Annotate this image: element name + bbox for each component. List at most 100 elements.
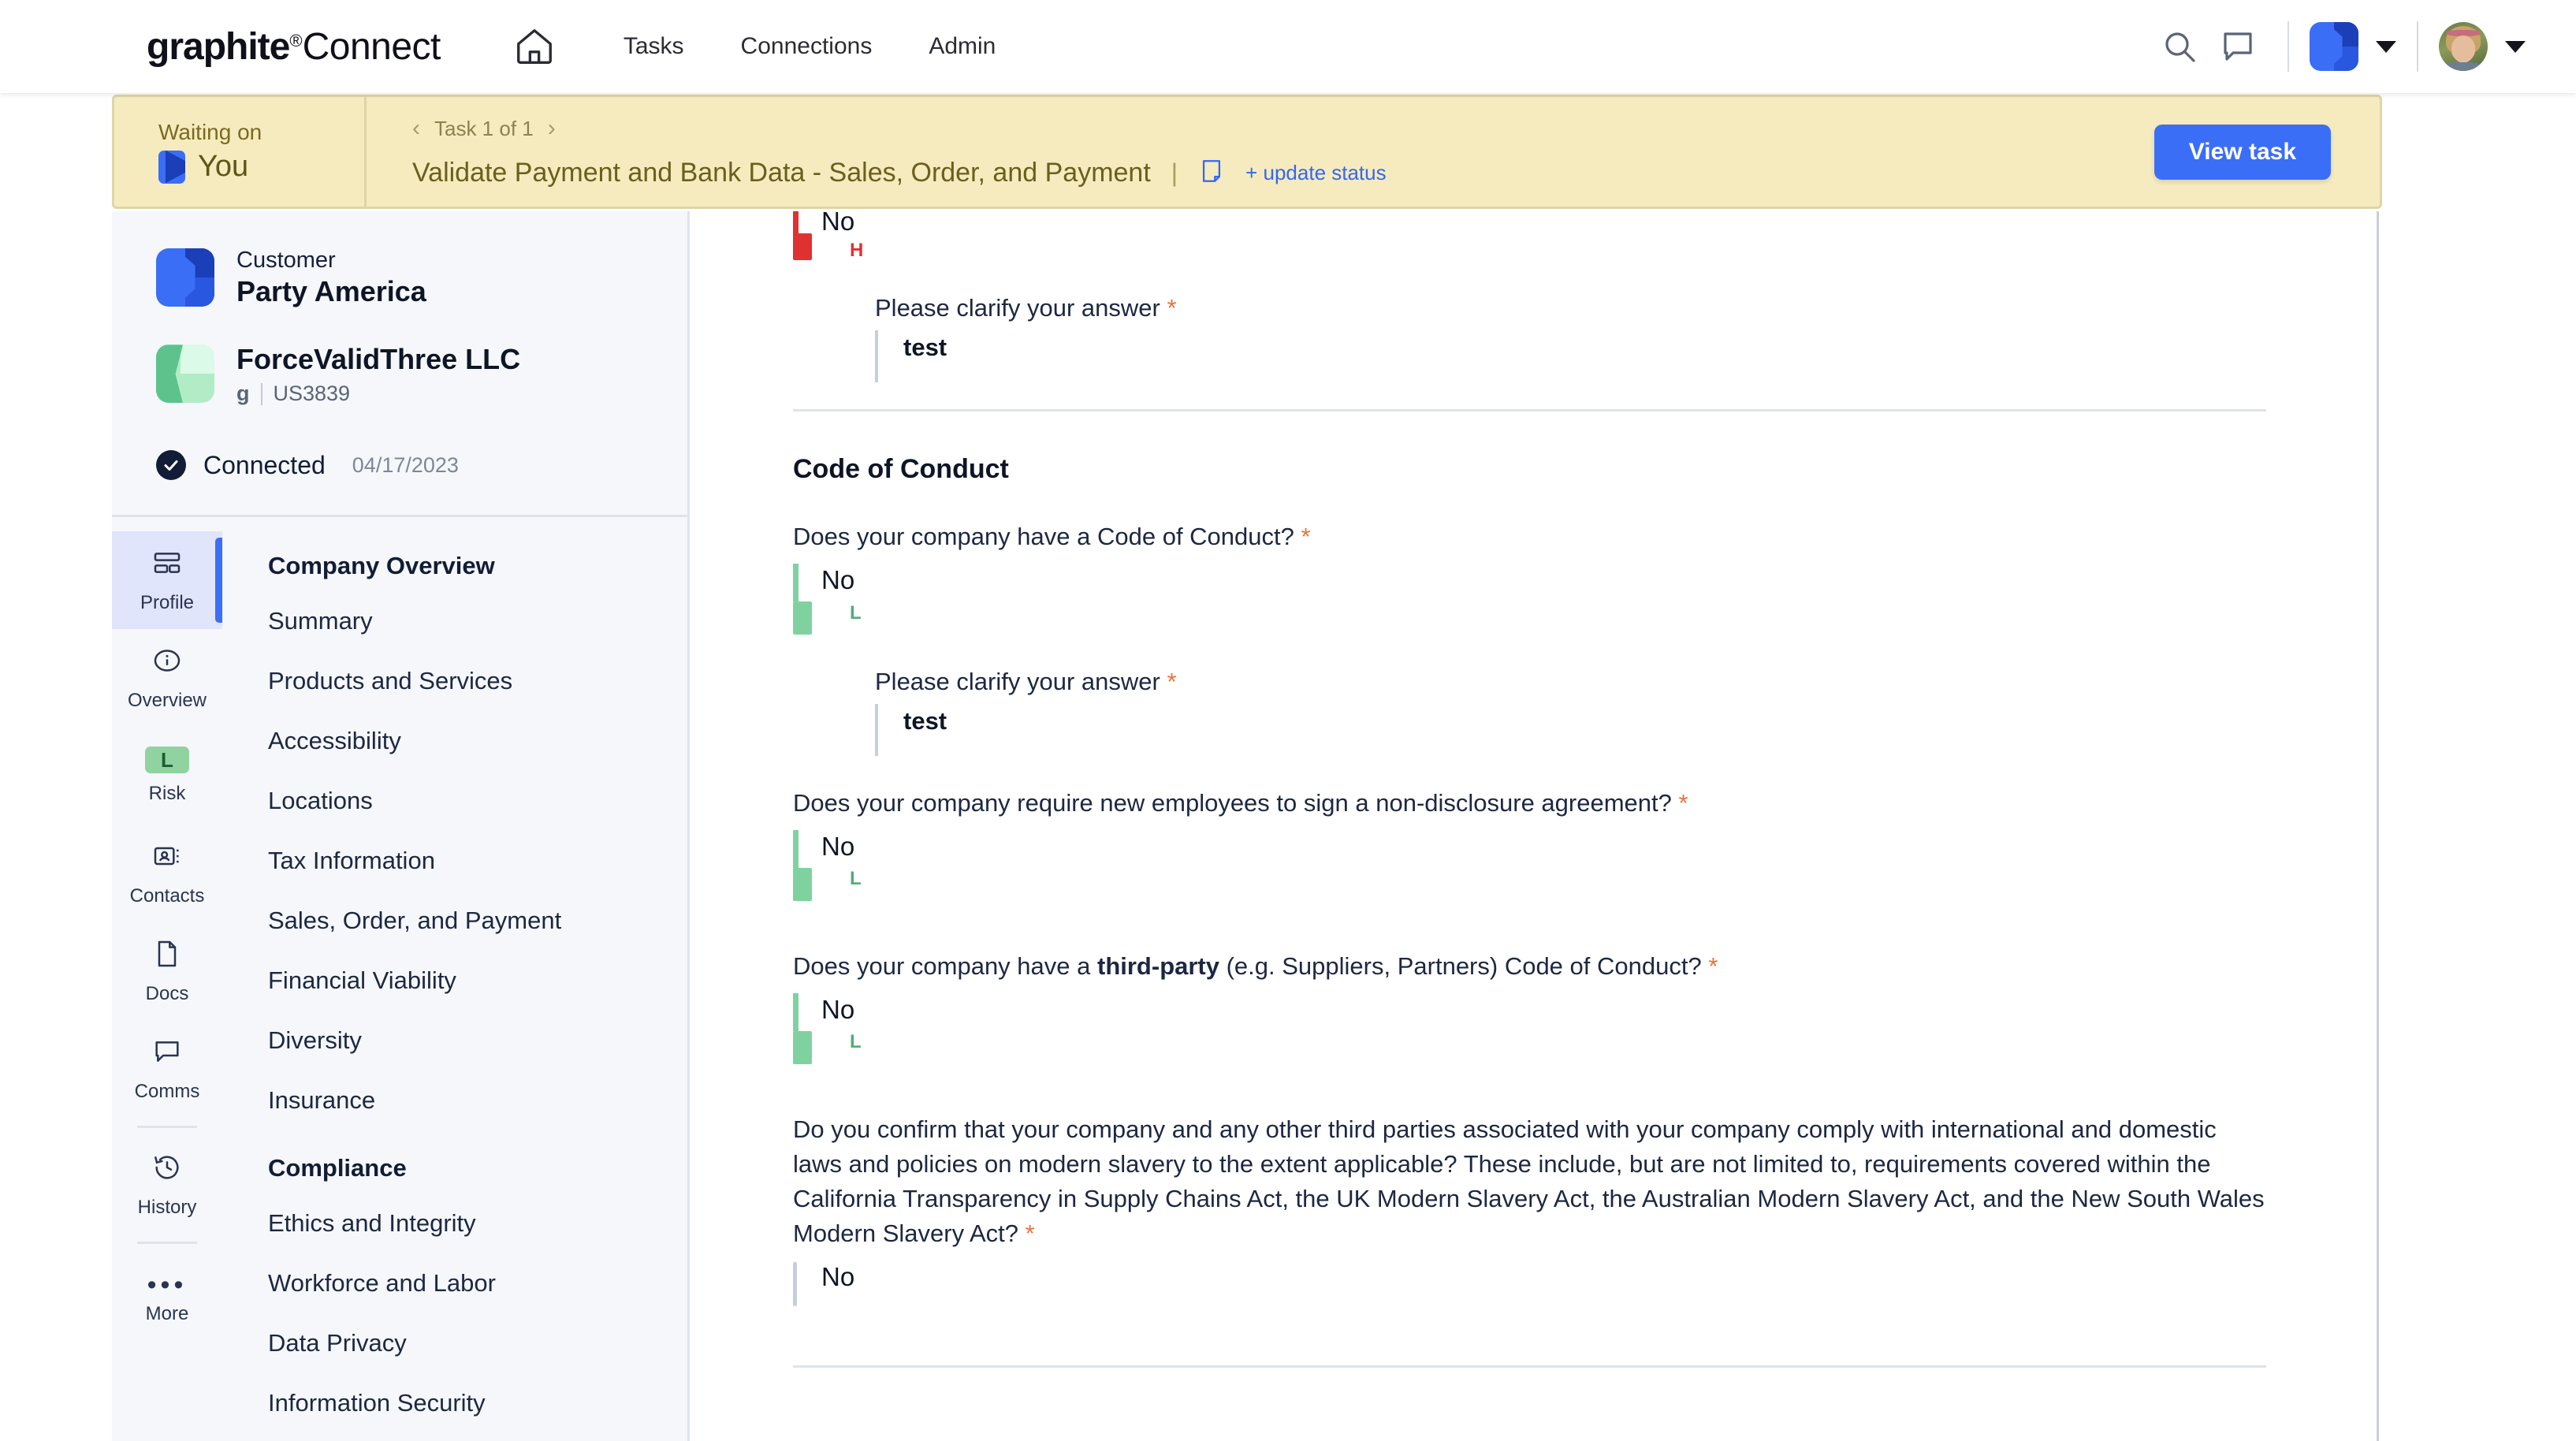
nav-item-financial-viability[interactable]: Financial Viability	[268, 951, 687, 1011]
rail-item-overview[interactable]: Overview	[112, 629, 222, 727]
home-icon[interactable]	[513, 25, 556, 68]
nav-item-accessibility[interactable]: Accessibility	[268, 711, 687, 771]
connected-date: 04/17/2023	[352, 453, 459, 478]
brand-logo[interactable]: graphite ® Connect	[147, 25, 441, 69]
comment-icon	[151, 1036, 183, 1071]
chevron-down-icon	[2376, 41, 2396, 53]
customer-label: Customer	[236, 246, 426, 274]
nav-link-connections[interactable]: Connections	[713, 33, 901, 60]
check-circle-icon	[156, 450, 186, 480]
update-status-link[interactable]: + update status	[1245, 161, 1387, 185]
rail-label-history: History	[138, 1197, 197, 1219]
nav-item-data-classification[interactable]: Data Classification	[268, 1433, 687, 1441]
rail-divider-2	[137, 1242, 197, 1244]
rail-label-profile: Profile	[140, 592, 194, 614]
question-text-4: Do you confirm that your company and any…	[793, 1112, 2266, 1251]
nav-item-products-and-services[interactable]: Products and Services	[268, 651, 687, 711]
rail-item-risk[interactable]: L Risk	[112, 727, 222, 825]
panel-body: Profile Overview L Risk	[112, 517, 687, 1441]
risk-letter-3: L	[850, 1033, 862, 1052]
rail-item-more[interactable]: ••• More	[112, 1252, 222, 1350]
required-asterisk: *	[1167, 294, 1176, 322]
followup-top: Please clarify your answer * test	[875, 294, 2266, 362]
customer-name: Party America	[236, 274, 426, 308]
nav-item-information-security[interactable]: Information Security	[268, 1373, 687, 1433]
nav-item-sales-order-and-payment[interactable]: Sales, Order, and Payment	[268, 891, 687, 951]
rail-item-comms[interactable]: Comms	[112, 1020, 222, 1118]
task-counter-label: Task 1 of 1	[434, 117, 534, 141]
comment-icon[interactable]	[2209, 17, 2267, 76]
question-text-1: Does your company have a Code of Conduct…	[793, 519, 2266, 554]
organization-switcher[interactable]	[2310, 22, 2396, 71]
waiting-on-label: Waiting on	[158, 120, 364, 145]
answer-1: No L	[793, 564, 2266, 629]
risk-letter-2: L	[850, 869, 862, 888]
history-clock-icon	[151, 1152, 183, 1187]
nav-divider-2	[2417, 21, 2418, 72]
supplier-row[interactable]: ForceValidThree LLC g US3839	[156, 341, 687, 406]
answer-value-4: No	[821, 1260, 2266, 1293]
section-title-code-of-conduct: Code of Conduct	[793, 454, 2266, 485]
rail-item-history[interactable]: History	[112, 1136, 222, 1234]
question-block-4: Do you confirm that your company and any…	[793, 1112, 2266, 1293]
answer-value-3: No	[821, 993, 2266, 1026]
nav-link-tasks[interactable]: Tasks	[595, 33, 713, 60]
primary-nav-links: Tasks Connections Admin	[595, 33, 1025, 60]
required-asterisk-f1: *	[1167, 668, 1176, 695]
prev-task-arrow[interactable]: ‹	[412, 115, 420, 142]
top-navigation-bar: graphite ® Connect Tasks Connections Adm…	[0, 0, 2576, 93]
connection-status: Connected 04/17/2023	[156, 450, 687, 515]
nav-item-workforce-and-labor[interactable]: Workforce and Labor	[268, 1253, 687, 1313]
customer-logo-icon	[156, 248, 214, 307]
rail-item-contacts[interactable]: Contacts	[112, 825, 222, 922]
followup-value: test	[903, 330, 2266, 362]
task-pagination: ‹ Task 1 of 1 ›	[412, 115, 2154, 142]
nav-item-insurance[interactable]: Insurance	[268, 1071, 687, 1130]
risk-bar-block-1	[793, 601, 812, 635]
risk-letter-1: L	[850, 604, 862, 623]
nav-item-locations[interactable]: Locations	[268, 771, 687, 831]
rail-divider-1	[137, 1126, 197, 1128]
task-banner-main: ‹ Task 1 of 1 › Validate Payment and Ban…	[367, 97, 2154, 207]
nav-item-ethics-and-integrity[interactable]: Ethics and Integrity	[268, 1193, 687, 1253]
search-icon[interactable]	[2150, 17, 2209, 76]
required-asterisk-3: *	[1708, 952, 1718, 980]
main-content: No H Please clarify your answer * test C…	[692, 211, 2379, 1441]
section-nav-list: Company Overview Summary Products and Se…	[222, 517, 687, 1441]
nav-link-admin[interactable]: Admin	[900, 33, 1024, 60]
rail-item-docs[interactable]: Docs	[112, 922, 222, 1020]
view-task-button[interactable]: View task	[2154, 125, 2331, 180]
rail-item-profile[interactable]: Profile	[112, 531, 222, 629]
nav-group-heading-compliance: Compliance	[268, 1154, 687, 1182]
followup-label-text: Please clarify your answer	[875, 294, 1160, 322]
answer-2: No L	[793, 830, 2266, 896]
supplier-prefix: g	[236, 382, 250, 406]
question-label-4: Do you confirm that your company and any…	[793, 1115, 2265, 1247]
customer-row[interactable]: Customer Party America	[156, 246, 687, 308]
nav-item-diversity[interactable]: Diversity	[268, 1011, 687, 1071]
registered-mark: ®	[289, 31, 302, 51]
brand-name-primary: graphite	[147, 25, 289, 69]
risk-bar-block-2	[793, 868, 812, 901]
question-label-3-post: (e.g. Suppliers, Partners) Code of Condu…	[1219, 952, 1702, 980]
answer-top: No H	[793, 211, 2266, 264]
user-menu[interactable]	[2439, 22, 2526, 71]
nav-item-data-privacy[interactable]: Data Privacy	[268, 1313, 687, 1373]
task-title: Validate Payment and Bank Data - Sales, …	[412, 158, 1151, 188]
task-banner: Waiting on You ‹ Task 1 of 1 › Validate …	[112, 95, 2382, 209]
followup-value-1: test	[903, 704, 2266, 735]
note-icon[interactable]	[1198, 158, 1225, 188]
followup-bar-1	[875, 704, 878, 756]
profile-layout-icon	[151, 547, 183, 583]
next-task-arrow[interactable]: ›	[548, 115, 556, 142]
followup-1: Please clarify your answer * test	[875, 668, 2266, 735]
rail-label-overview: Overview	[128, 690, 207, 712]
avatar	[2439, 22, 2488, 71]
waiting-on-value: You	[198, 150, 248, 184]
nav-item-summary[interactable]: Summary	[268, 591, 687, 651]
nav-item-tax-information[interactable]: Tax Information	[268, 831, 687, 891]
followup-label: Please clarify your answer *	[875, 294, 2266, 322]
supplier-name: ForceValidThree LLC	[236, 341, 520, 377]
followup-label-1: Please clarify your answer *	[875, 668, 2266, 696]
rail-label-docs: Docs	[146, 983, 189, 1005]
